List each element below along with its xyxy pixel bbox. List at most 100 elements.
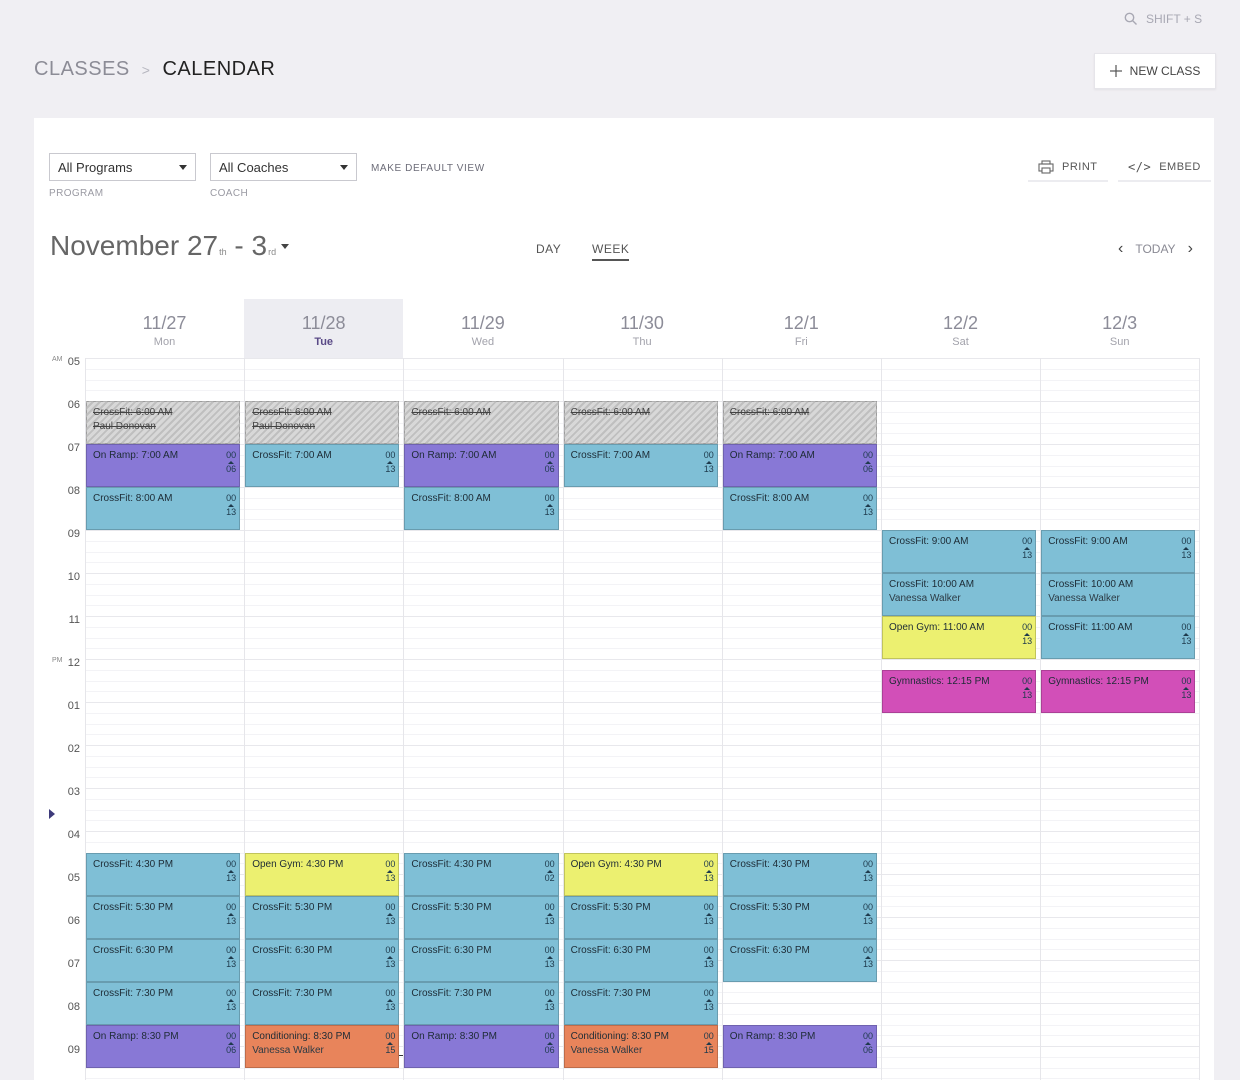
tab-week[interactable]: WEEK xyxy=(592,242,630,261)
code-icon: </> xyxy=(1128,160,1152,174)
capacity-count: 13 xyxy=(226,958,237,969)
class-event[interactable]: CrossFit: 5:30 PM 00 13 xyxy=(563,895,718,939)
event-title: Conditioning: 8:30 PM xyxy=(570,1030,669,1042)
event-capacity: 00 13 xyxy=(226,944,237,969)
today-button[interactable]: TODAY xyxy=(1135,242,1175,256)
class-event[interactable]: CrossFit: 4:30 PM 00 13 xyxy=(86,852,241,896)
class-event[interactable]: Gymnastics: 12:15 PM 00 13 xyxy=(1041,669,1196,713)
chevron-right-icon[interactable]: › xyxy=(1188,240,1193,258)
class-event-cancelled[interactable]: CrossFit: 6:00 AM xyxy=(722,401,877,444)
class-event[interactable]: Gymnastics: 12:15 PM 00 13 xyxy=(882,669,1037,713)
event-capacity: 00 06 xyxy=(545,1031,555,1055)
class-event[interactable]: CrossFit: 8:00 AM 00 13 xyxy=(86,487,241,530)
class-event[interactable]: CrossFit: 6:30 PM 00 13 xyxy=(86,938,241,982)
class-event-cancelled[interactable]: CrossFit: 6:00 AM Paul Donovan xyxy=(86,401,241,444)
class-event-cancelled[interactable]: CrossFit: 6:00 AM Paul Donovan xyxy=(245,401,400,444)
class-event[interactable]: CrossFit: 6:30 PM 00 13 xyxy=(563,938,718,982)
event-capacity: 00 13 xyxy=(1181,537,1191,560)
class-event[interactable]: CrossFit: 5:30 PM 00 13 xyxy=(86,895,241,939)
current-time-marker xyxy=(49,809,55,819)
capacity-count: 13 xyxy=(385,1001,396,1012)
print-button[interactable]: PRINT xyxy=(1028,154,1108,182)
class-event[interactable]: CrossFit: 7:30 PM 00 13 xyxy=(245,981,400,1025)
program-select[interactable]: All Programs xyxy=(49,153,196,181)
class-event[interactable]: On Ramp: 8:30 PM 00 06 xyxy=(404,1024,559,1068)
day-name: Thu xyxy=(632,336,652,348)
class-event[interactable]: CrossFit: 7:30 PM 00 13 xyxy=(86,981,241,1025)
embed-button[interactable]: </> EMBED xyxy=(1118,154,1211,182)
class-event-cancelled[interactable]: CrossFit: 6:00 AM xyxy=(563,401,718,444)
hour-number: 02 xyxy=(67,743,80,755)
class-event[interactable]: CrossFit: 9:00 AM 00 13 xyxy=(1041,530,1196,573)
class-event[interactable]: CrossFit: 4:30 PM 00 02 xyxy=(404,852,559,896)
hour-number: 07 xyxy=(67,958,80,970)
class-event[interactable]: Open Gym: 4:30 PM 00 13 xyxy=(563,852,718,896)
day-header[interactable]: 11/28 Tue xyxy=(244,299,404,358)
class-event[interactable]: CrossFit: 7:00 AM 00 13 xyxy=(563,444,718,487)
event-title: CrossFit: 6:00 AM xyxy=(411,407,491,418)
class-event[interactable]: CrossFit: 7:30 PM 00 13 xyxy=(404,981,559,1025)
event-title: On Ramp: 8:30 PM xyxy=(93,1030,179,1042)
class-event[interactable]: CrossFit: 7:30 PM 00 13 xyxy=(563,981,718,1025)
day-header[interactable]: 12/3 Sun xyxy=(1040,299,1199,358)
hour-gridline xyxy=(85,788,1200,789)
class-event[interactable]: CrossFit: 6:30 PM 00 13 xyxy=(722,938,877,982)
class-event-cancelled[interactable]: CrossFit: 6:00 AM xyxy=(404,401,559,444)
class-event[interactable]: CrossFit: 9:00 AM 00 13 xyxy=(882,530,1037,573)
class-event[interactable]: CrossFit: 8:00 AM 00 13 xyxy=(404,487,559,530)
hour-number: 01 xyxy=(67,700,80,712)
coach-select[interactable]: All Coaches xyxy=(210,153,357,181)
event-title: CrossFit: 5:30 PM xyxy=(729,901,810,913)
chevron-left-icon[interactable]: ‹ xyxy=(1118,240,1123,258)
event-title: CrossFit: 9:00 AM xyxy=(1048,536,1128,547)
class-event[interactable]: CrossFit: 10:00 AM Vanessa Walker xyxy=(882,573,1037,616)
capacity-count: 06 xyxy=(544,464,555,474)
global-search[interactable]: SHIFT + S xyxy=(1124,12,1202,26)
reserved-count: 00 xyxy=(226,944,237,955)
capacity-count: 13 xyxy=(1181,636,1192,646)
event-capacity: 00 13 xyxy=(704,451,714,474)
event-title: CrossFit: 6:30 PM xyxy=(252,944,333,956)
class-event[interactable]: CrossFit: 11:00 AM 00 13 xyxy=(1041,616,1196,659)
class-event[interactable]: On Ramp: 8:30 PM 00 06 xyxy=(722,1024,877,1068)
class-event[interactable]: CrossFit: 4:30 PM 00 13 xyxy=(722,852,877,896)
quarter-gridline xyxy=(85,820,1200,822)
hour-number: 10 xyxy=(67,571,80,583)
reserved-count: 00 xyxy=(703,987,714,998)
day-header[interactable]: 11/29 Wed xyxy=(403,299,562,358)
class-event[interactable]: Conditioning: 8:30 PM Vanessa Walker 00 15 xyxy=(245,1024,400,1068)
class-event[interactable]: On Ramp: 7:00 AM 00 06 xyxy=(722,444,877,487)
make-default-view-button[interactable]: MAKE DEFAULT VIEW xyxy=(371,163,485,174)
class-event[interactable]: CrossFit: 8:00 AM 00 13 xyxy=(722,487,877,530)
capacity-count: 13 xyxy=(703,872,714,883)
coach-label: COACH xyxy=(210,188,249,199)
hour-number: 05 xyxy=(67,872,80,884)
new-class-button[interactable]: NEW CLASS xyxy=(1094,53,1216,89)
class-event[interactable]: On Ramp: 8:30 PM 00 06 xyxy=(86,1024,241,1068)
class-event[interactable]: CrossFit: 5:30 PM 00 13 xyxy=(722,895,877,939)
capacity-count: 13 xyxy=(226,1001,237,1012)
class-event[interactable]: CrossFit: 6:30 PM 00 13 xyxy=(404,938,559,982)
class-event[interactable]: CrossFit: 5:30 PM 00 13 xyxy=(245,895,400,939)
breadcrumb-classes-link[interactable]: CLASSES xyxy=(34,58,130,81)
event-title: CrossFit: 6:30 PM xyxy=(93,944,174,956)
class-event[interactable]: CrossFit: 7:00 AM 00 13 xyxy=(245,444,400,487)
class-event[interactable]: On Ramp: 7:00 AM 00 06 xyxy=(404,444,559,487)
class-event[interactable]: CrossFit: 6:30 PM 00 13 xyxy=(245,938,400,982)
tab-day[interactable]: DAY xyxy=(536,242,561,259)
class-event[interactable]: Open Gym: 11:00 AM 00 13 xyxy=(882,616,1037,659)
day-header[interactable]: 11/27 Mon xyxy=(85,299,244,358)
quarter-gridline xyxy=(85,766,1200,768)
class-event[interactable]: CrossFit: 5:30 PM 00 13 xyxy=(404,895,559,939)
class-event[interactable]: Conditioning: 8:30 PM Vanessa Walker 00 15 xyxy=(563,1024,718,1068)
date-range-picker[interactable]: November 27th - 3rd xyxy=(50,230,290,262)
class-event[interactable]: CrossFit: 10:00 AM Vanessa Walker xyxy=(1041,573,1196,616)
capacity-count: 13 xyxy=(703,958,714,969)
day-header[interactable]: 12/1 Fri xyxy=(722,299,881,358)
reserved-count: 00 xyxy=(544,944,555,955)
day-header[interactable]: 12/2 Sat xyxy=(881,299,1040,358)
range-start: November 27 xyxy=(50,230,219,261)
class-event[interactable]: On Ramp: 7:00 AM 00 06 xyxy=(86,444,241,487)
day-header[interactable]: 11/30 Thu xyxy=(563,299,722,358)
class-event[interactable]: Open Gym: 4:30 PM 00 13 xyxy=(245,852,400,896)
